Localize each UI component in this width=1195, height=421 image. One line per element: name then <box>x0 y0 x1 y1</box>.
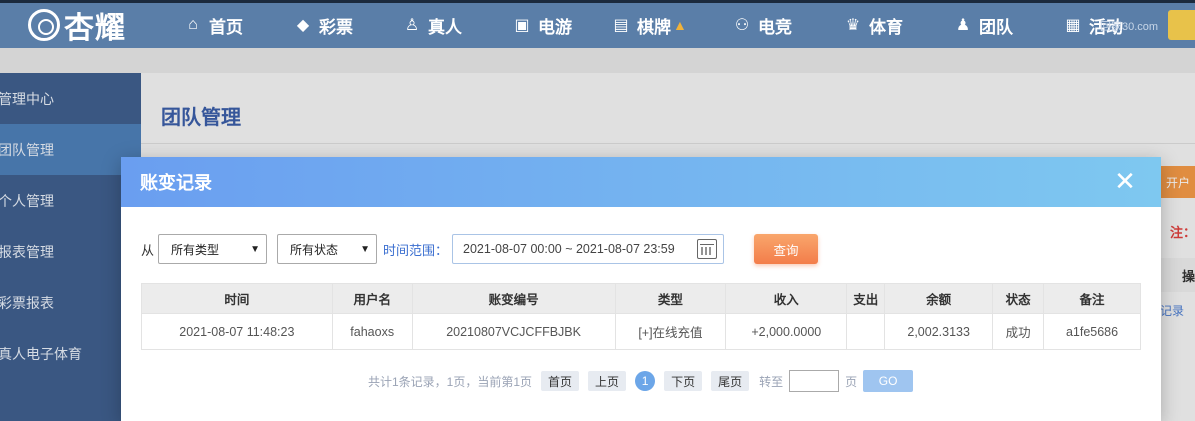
type-select[interactable]: 所有类型 ▼ <box>158 234 268 264</box>
esports-icon: ⚇ <box>734 17 750 34</box>
close-icon[interactable]: ✕ <box>1113 168 1137 194</box>
time-range-label: 时间范围： <box>383 242 449 258</box>
logo-text: 杏耀 <box>64 12 126 45</box>
query-button[interactable]: 查询 <box>754 234 819 264</box>
trophy-icon: ♛ <box>845 17 861 34</box>
lottery-icon: ◆ <box>296 17 310 34</box>
top-nav: 杏耀 ⌂ 首页 ◆ 彩票 ♙ 真人 ▣ 电游 ▤ 棋牌 ▲ ⚇ 电竞 ♛ 体育 ♟ 团队 ▦ 活动 … <box>0 0 1195 48</box>
nav-item-live[interactable]: ♙ 真人 <box>402 11 462 39</box>
table-row: 2021-08-07 11:48:23 fahaoxs 20210807VCJC… <box>141 313 1141 350</box>
table-header-row: 时间 用户名 账变编号 类型 收入 支出 余额 状态 备注 <box>141 283 1141 314</box>
watermark-text: 回家30.com <box>1100 21 1159 33</box>
nav-item-sports[interactable]: ♛ 体育 <box>843 11 903 39</box>
cell-status: 成功 <box>992 313 1045 350</box>
chess-icon: ▤ <box>613 17 629 34</box>
pagination-summary: 共计1条记录，1页，当前第1页 <box>368 374 533 389</box>
pagination: 共计1条记录，1页，当前第1页 首页 上页 1 下页 尾页 转至 页 GO <box>368 370 914 392</box>
page-unit-label: 页 <box>845 374 858 389</box>
column-header: 备注 <box>1043 283 1141 314</box>
nav-item-slots[interactable]: ▣ 电游 <box>512 11 572 39</box>
team-icon: ♟ <box>955 17 971 34</box>
calendar-icon[interactable] <box>697 239 718 259</box>
first-page-button[interactable]: 首页 <box>541 371 580 391</box>
from-label: 从 <box>141 242 155 258</box>
modal-header: 账变记录 ✕ <box>121 157 1161 207</box>
nav-item-esports[interactable]: ⚇ 电竞 <box>732 11 792 39</box>
column-header: 时间 <box>141 283 333 314</box>
corner-badge <box>1168 10 1195 40</box>
cell-time: 2021-08-07 11:48:23 <box>141 313 333 350</box>
column-header: 类型 <box>614 283 727 314</box>
prev-page-button[interactable]: 上页 <box>588 371 627 391</box>
cell-balance: 2,002.3133 <box>884 313 994 350</box>
cell-username: fahaoxs <box>331 313 413 350</box>
nav-item-lottery[interactable]: ◆ 彩票 <box>293 11 353 39</box>
cell-expense <box>846 313 886 350</box>
top-bar <box>0 0 1195 3</box>
column-header: 账变编号 <box>411 283 616 314</box>
jump-to-label: 转至 <box>759 374 784 389</box>
modal-title: 账变记录 <box>140 173 212 193</box>
column-header: 用户名 <box>331 283 413 314</box>
go-button[interactable]: GO <box>863 370 914 392</box>
next-page-button[interactable]: 下页 <box>664 371 703 391</box>
current-page-indicator[interactable]: 1 <box>635 371 656 391</box>
column-header: 收入 <box>725 283 848 314</box>
live-dealer-icon: ♙ <box>404 17 420 34</box>
filter-bar: 从 所有类型 ▼ 所有状态 ▼ 时间范围： 2021-08-07 00:00 ~… <box>141 234 819 264</box>
hot-flag-icon: ▲ <box>673 17 687 33</box>
logo-emblem-icon <box>28 9 60 41</box>
nav-item-chess[interactable]: ▤ 棋牌 ▲ <box>611 11 687 39</box>
cell-change-number: 20210807VCJCFFBJBK <box>411 313 616 350</box>
slot-icon: ▣ <box>514 17 530 34</box>
page-number-input[interactable] <box>789 370 840 392</box>
date-range-input[interactable]: 2021-08-07 00:00 ~ 2021-08-07 23:59 <box>452 234 725 264</box>
nav-item-team[interactable]: ♟ 团队 <box>953 11 1013 39</box>
gift-icon: ▦ <box>1065 17 1081 34</box>
nav-item-home[interactable]: ⌂ 首页 <box>183 11 243 39</box>
last-page-button[interactable]: 尾页 <box>711 371 750 391</box>
column-header: 状态 <box>992 283 1045 314</box>
chevron-down-icon: ▼ <box>360 243 371 255</box>
column-header: 支出 <box>846 283 886 314</box>
cell-income: +2,000.0000 <box>725 313 848 350</box>
site-logo[interactable]: 杏耀 <box>28 6 126 45</box>
column-header: 余额 <box>884 283 994 314</box>
cell-remark: a1fe5686 <box>1043 313 1141 350</box>
cell-type: [+]在线充值 <box>614 313 727 350</box>
chevron-down-icon: ▼ <box>250 243 261 255</box>
records-table: 时间 用户名 账变编号 类型 收入 支出 余额 状态 备注 2021-08-07… <box>141 283 1141 350</box>
account-change-modal: 账变记录 ✕ 从 所有类型 ▼ 所有状态 ▼ 时间范围： 2021-08-07 … <box>121 157 1161 421</box>
home-icon: ⌂ <box>188 16 198 33</box>
status-select[interactable]: 所有状态 ▼ <box>277 234 378 264</box>
